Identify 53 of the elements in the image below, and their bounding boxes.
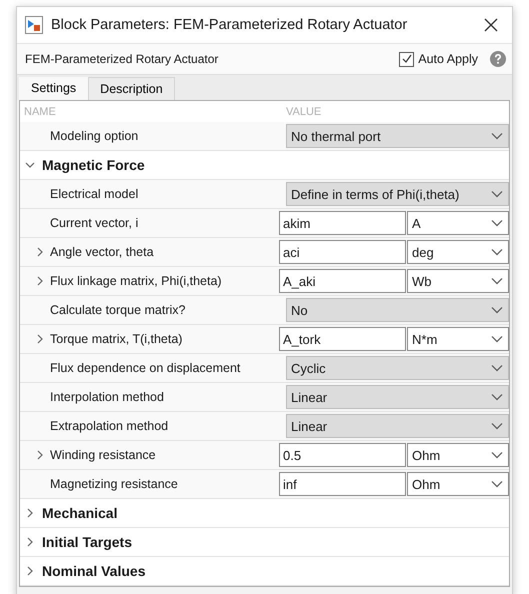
dropdown[interactable]: Linear bbox=[286, 385, 509, 409]
window-title: Block Parameters: FEM-Parameterized Rotary Actuator bbox=[51, 17, 408, 33]
help-icon[interactable] bbox=[490, 51, 506, 67]
parameter-label: Modeling option bbox=[50, 129, 138, 143]
unit-dropdown[interactable]: Wb bbox=[407, 269, 509, 293]
column-header: VALUE bbox=[285, 106, 322, 118]
auto-apply-label: Auto Apply bbox=[418, 52, 478, 66]
expand-chevron-icon[interactable] bbox=[36, 275, 44, 287]
section-title[interactable]: Initial Targets bbox=[42, 534, 132, 550]
unit-dropdown[interactable]: Ohm bbox=[407, 472, 509, 496]
tab[interactable]: Description bbox=[88, 77, 175, 100]
parameter-label: Current vector, i bbox=[50, 216, 138, 230]
input-field[interactable]: A_tork bbox=[279, 327, 406, 351]
parameter-label: Flux linkage matrix, Phi(i,theta) bbox=[50, 274, 222, 288]
section-chevron-icon[interactable] bbox=[26, 536, 34, 548]
section-chevron-icon[interactable] bbox=[24, 161, 36, 169]
section-chevron-icon[interactable] bbox=[26, 507, 34, 519]
parameter-label: Electrical model bbox=[50, 187, 138, 201]
close-icon[interactable] bbox=[484, 18, 498, 32]
dropdown[interactable]: Cyclic bbox=[286, 356, 509, 380]
unit-dropdown[interactable]: A bbox=[407, 211, 509, 235]
input-field[interactable]: A_aki bbox=[279, 269, 406, 293]
column-header: NAME bbox=[23, 106, 57, 118]
input-field[interactable]: aci bbox=[279, 240, 406, 264]
parameter-label: Extrapolation method bbox=[50, 419, 168, 433]
block-icon bbox=[25, 16, 43, 34]
unit-dropdown[interactable]: N*m bbox=[407, 327, 509, 351]
section-title[interactable]: Mechanical bbox=[42, 505, 118, 521]
parameter-label: Torque matrix, T(i,theta) bbox=[50, 332, 182, 346]
dropdown[interactable]: Linear bbox=[286, 414, 509, 438]
section-title[interactable]: Nominal Values bbox=[42, 563, 146, 579]
block-name: FEM-Parameterized Rotary Actuator bbox=[25, 52, 220, 66]
input-field[interactable]: inf bbox=[279, 472, 406, 496]
input-field[interactable]: akim bbox=[279, 211, 406, 235]
parameter-label: Winding resistance bbox=[50, 448, 156, 462]
section-title[interactable]: Magnetic Force bbox=[42, 157, 145, 173]
auto-apply-checkbox[interactable] bbox=[399, 52, 414, 66]
parameter-label: Calculate torque matrix? bbox=[50, 303, 186, 317]
parameter-label: Magnetizing resistance bbox=[50, 477, 178, 491]
expand-chevron-icon[interactable] bbox=[36, 449, 44, 461]
dropdown[interactable]: Define in terms of Phi(i,theta) bbox=[286, 182, 509, 206]
input-field[interactable]: 0.5 bbox=[279, 443, 406, 467]
dropdown[interactable]: No bbox=[286, 298, 509, 322]
unit-dropdown[interactable]: Ohm bbox=[407, 443, 509, 467]
parameter-label: Flux dependence on displacement bbox=[50, 361, 240, 375]
parameter-label: Interpolation method bbox=[50, 390, 164, 404]
dropdown[interactable]: No thermal port bbox=[286, 124, 509, 148]
parameter-label: Angle vector, theta bbox=[50, 245, 154, 259]
expand-chevron-icon[interactable] bbox=[36, 333, 44, 345]
expand-chevron-icon[interactable] bbox=[36, 246, 44, 258]
unit-dropdown[interactable]: deg bbox=[407, 240, 509, 264]
tab[interactable]: Settings bbox=[19, 77, 88, 100]
section-chevron-icon[interactable] bbox=[26, 565, 34, 577]
